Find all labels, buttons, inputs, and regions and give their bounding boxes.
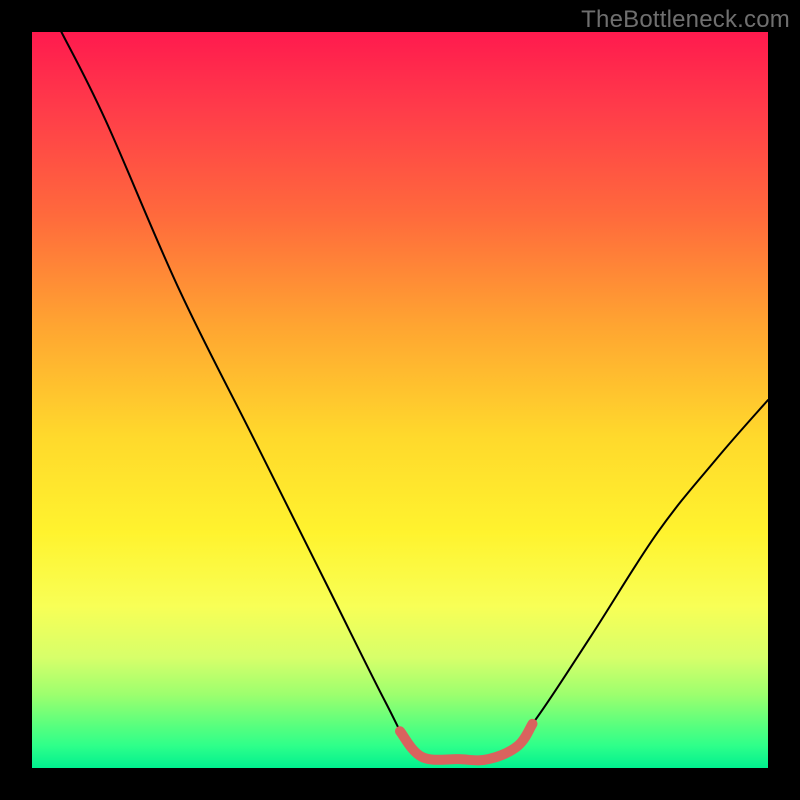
black-curve [61, 32, 768, 762]
watermark: TheBottleneck.com [581, 6, 790, 34]
curve-layer [32, 32, 768, 768]
plot-area [32, 32, 768, 768]
red-highlight [400, 724, 532, 760]
chart-stage: TheBottleneck.com [0, 0, 800, 800]
